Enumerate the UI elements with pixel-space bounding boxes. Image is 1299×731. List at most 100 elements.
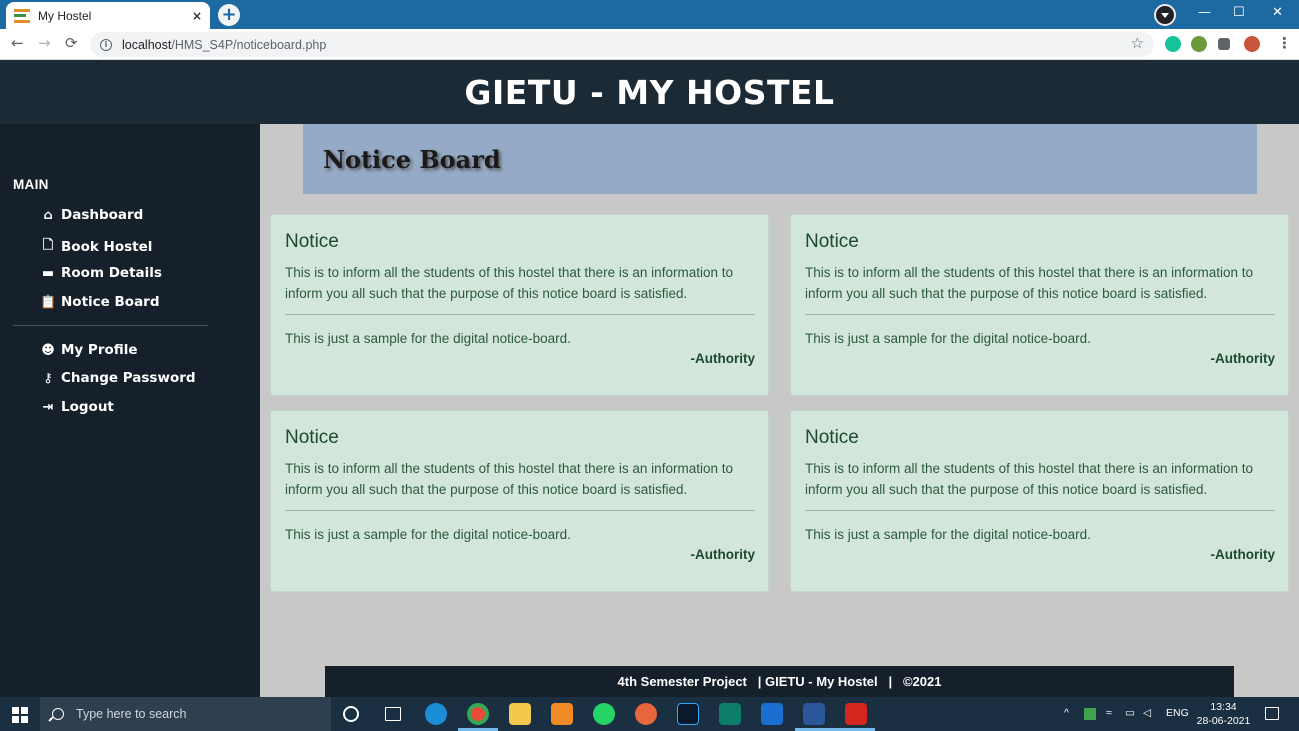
url-path: /HMS_S4P/noticeboard.php <box>171 37 327 52</box>
sidebar: MAIN ⌂ Dashboard 🗋 Book Hostel ▬ Room De… <box>0 124 260 697</box>
file-explorer-icon[interactable] <box>509 703 531 725</box>
chevron-up-icon[interactable]: ^ <box>1064 707 1069 719</box>
acrobat-icon[interactable] <box>845 703 867 725</box>
notice-title: Notice <box>285 231 339 252</box>
notice-divider <box>285 510 755 511</box>
notice-note: This is just a sample for the digital no… <box>285 527 571 542</box>
key-icon: ⚷ <box>43 370 53 386</box>
page: GIETU - MY HOSTEL MAIN ⌂ Dashboard 🗋 Boo… <box>0 60 1299 697</box>
battery-icon[interactable]: ▭ <box>1125 707 1135 719</box>
footer-text: 4th Semester Project | GIETU - My Hostel… <box>617 674 942 689</box>
chrome-icon[interactable] <box>467 703 489 725</box>
close-window-button[interactable]: ✕ <box>1272 5 1283 20</box>
notice-divider <box>805 510 1275 511</box>
notice-card: Notice This is to inform all the student… <box>270 214 769 396</box>
site-title: GIETU - MY HOSTEL <box>464 72 835 112</box>
search-icon <box>52 708 64 720</box>
sidebar-item-label: Dashboard <box>61 207 144 223</box>
notice-body: This is to inform all the students of th… <box>285 461 733 497</box>
site-header: GIETU - MY HOSTEL <box>0 60 1299 124</box>
reload-icon[interactable]: ⟳ <box>65 34 78 52</box>
volume-icon[interactable]: ◁ <box>1143 707 1151 719</box>
forward-icon[interactable]: → <box>38 34 51 52</box>
paint-icon[interactable] <box>635 703 657 725</box>
url-text: localhost/HMS_S4P/noticeboard.php <box>122 38 326 52</box>
taskbar-clock[interactable]: 13:34 28-06-2021 <box>1196 700 1251 728</box>
sidebar-item-my-profile[interactable]: ☻ My Profile <box>40 342 137 358</box>
page-title: Notice Board <box>323 145 501 174</box>
notice-signature: -Authority <box>690 351 756 366</box>
notification-icon[interactable] <box>1265 707 1279 720</box>
bed-icon: ▬ <box>41 265 55 281</box>
file-icon: 🗋 <box>42 238 54 253</box>
notice-body: This is to inform all the students of th… <box>805 461 1253 497</box>
notice-body: This is to inform all the students of th… <box>805 265 1253 301</box>
info-icon[interactable]: i <box>100 38 112 51</box>
sidebar-divider <box>13 325 208 326</box>
bookmark-star-icon[interactable]: ☆ <box>1131 34 1144 52</box>
back-icon[interactable]: ← <box>11 34 24 52</box>
wifi-icon[interactable]: ≈ <box>1106 707 1112 719</box>
notice-title: Notice <box>805 427 859 448</box>
sidebar-item-book-hostel[interactable]: 🗋 Book Hostel <box>40 236 153 258</box>
notice-card: Notice This is to inform all the student… <box>270 410 769 592</box>
avatar[interactable] <box>1244 36 1260 52</box>
user-circle-icon: ☻ <box>41 342 55 358</box>
profile-icon[interactable] <box>1154 4 1176 26</box>
browser-tab[interactable]: My Hostel × <box>6 2 210 29</box>
sidebar-item-change-password[interactable]: ⚷ Change Password <box>40 370 196 386</box>
app-store-icon[interactable] <box>761 703 783 725</box>
tray-app-icon[interactable] <box>1084 708 1096 720</box>
extension-icon[interactable] <box>1191 36 1207 52</box>
sidebar-item-notice-board[interactable]: 📋 Notice Board <box>40 294 160 310</box>
sidebar-item-room-details[interactable]: ▬ Room Details <box>40 265 162 281</box>
language-indicator[interactable]: ENG <box>1166 707 1189 719</box>
grammarly-extension-icon[interactable] <box>1165 36 1181 52</box>
sidebar-item-label: Notice Board <box>61 294 160 310</box>
notice-note: This is just a sample for the digital no… <box>285 331 571 346</box>
new-tab-button[interactable]: + <box>218 4 240 26</box>
notice-signature: -Authority <box>1210 351 1276 366</box>
photoshop-icon[interactable] <box>677 703 699 725</box>
dashboard-icon: ⌂ <box>43 207 53 223</box>
edge-icon[interactable] <box>425 703 447 725</box>
task-view-icon[interactable] <box>385 707 401 721</box>
whatsapp-icon[interactable] <box>593 703 615 725</box>
notice-signature: -Authority <box>690 547 756 562</box>
sublime-icon[interactable] <box>551 703 573 725</box>
sidebar-item-label: Logout <box>61 399 114 415</box>
notice-note: This is just a sample for the digital no… <box>805 527 1091 542</box>
notice-signature: -Authority <box>1210 547 1276 562</box>
notice-card: Notice This is to inform all the student… <box>790 214 1289 396</box>
notice-divider <box>805 314 1275 315</box>
tab-title: My Hostel <box>38 8 92 23</box>
app-icon[interactable] <box>719 703 741 725</box>
notice-body: This is to inform all the students of th… <box>285 265 733 301</box>
tab-close-button[interactable]: × <box>192 9 202 23</box>
word-icon[interactable] <box>803 703 825 725</box>
menu-dots-icon[interactable]: ⋮ <box>1277 34 1292 52</box>
cortana-icon[interactable] <box>343 706 359 722</box>
address-bar[interactable]: i localhost/HMS_S4P/noticeboard.php ☆ <box>90 32 1154 57</box>
notice-title: Notice <box>285 427 339 448</box>
hostel-favicon-icon <box>14 8 30 23</box>
taskbar-search[interactable]: Type here to search <box>40 697 331 731</box>
sidebar-item-logout[interactable]: ⇥ Logout <box>40 399 114 415</box>
sidebar-item-dashboard[interactable]: ⌂ Dashboard <box>40 207 143 223</box>
sidebar-section-main: MAIN <box>13 177 49 192</box>
puzzle-extensions-icon[interactable] <box>1218 38 1230 50</box>
taskbar: Type here to search ^ ≈ ▭ ◁ ENG 13:34 28… <box>0 697 1299 731</box>
maximize-button[interactable]: ☐ <box>1233 5 1245 20</box>
windows-start-icon[interactable] <box>12 707 28 723</box>
notice-note: This is just a sample for the digital no… <box>805 331 1091 346</box>
minimize-button[interactable]: — <box>1198 5 1211 20</box>
notice-divider <box>285 314 755 315</box>
notice-title: Notice <box>805 231 859 252</box>
sidebar-item-label: Change Password <box>61 370 196 386</box>
sidebar-item-label: Room Details <box>61 265 162 281</box>
notice-board-header: Notice Board <box>303 124 1257 194</box>
search-placeholder: Type here to search <box>76 707 187 721</box>
site-footer: 4th Semester Project | GIETU - My Hostel… <box>325 666 1234 697</box>
clipboard-icon: 📋 <box>40 294 57 310</box>
url-host: localhost <box>122 37 172 52</box>
